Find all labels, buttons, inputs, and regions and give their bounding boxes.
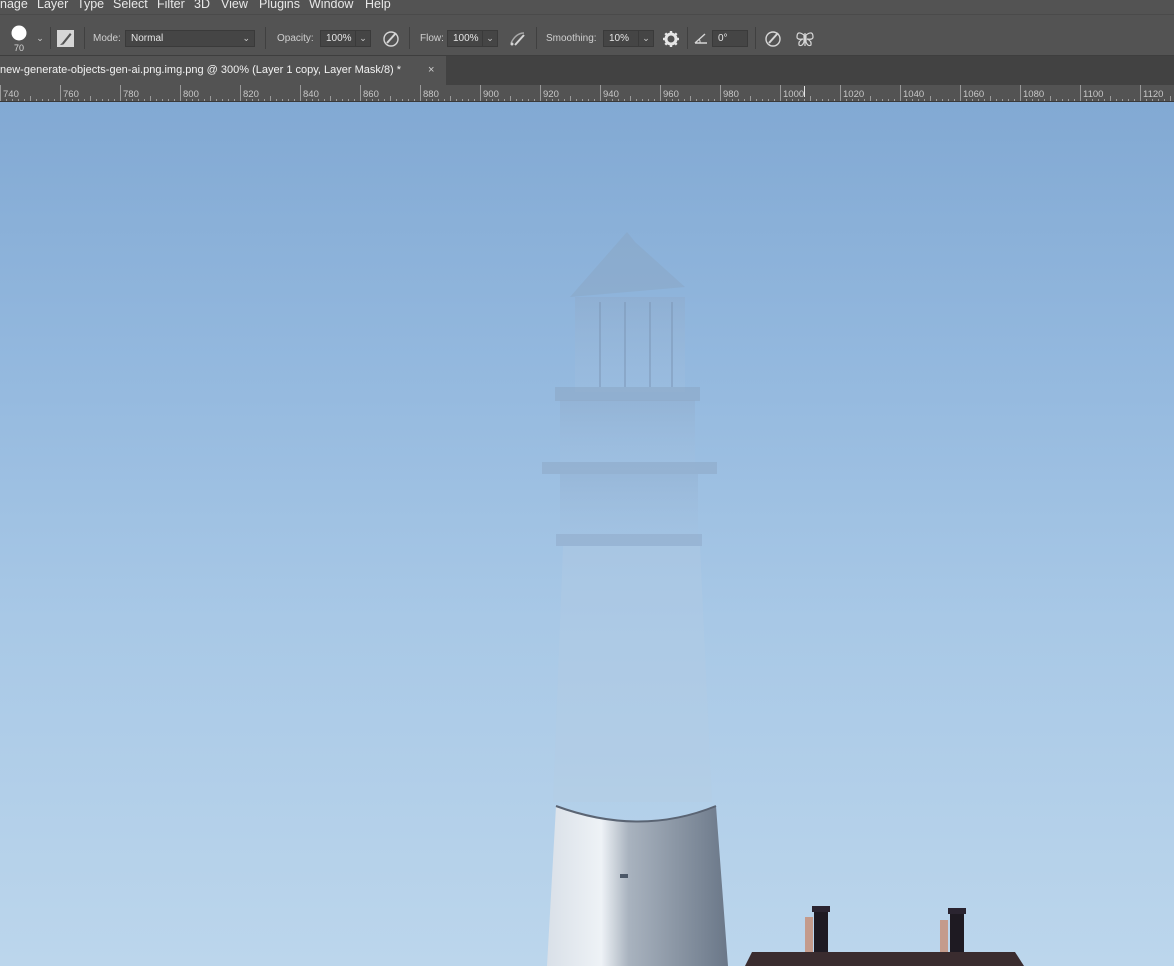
menu-window[interactable]: Window [309, 0, 353, 11]
opacity-value: 100% [326, 33, 352, 44]
chevron-down-icon: ⌄ [359, 33, 367, 43]
divider [687, 27, 688, 49]
flow-label: Flow: [420, 33, 444, 44]
opacity-input[interactable]: 100% [320, 30, 356, 47]
ruler-label: 760 [63, 89, 79, 100]
ruler-label: 1060 [963, 89, 984, 100]
document-tab-bar: new-generate-objects-gen-ai.png.img.png … [0, 56, 1174, 85]
mode-value: Normal [131, 33, 164, 44]
ruler-label: 980 [723, 89, 739, 100]
opacity-dropdown[interactable]: ⌄ [355, 30, 371, 47]
divider [755, 27, 756, 49]
divider [536, 27, 537, 49]
mode-select[interactable]: Normal ⌄ [125, 30, 255, 47]
house-roof [745, 906, 1024, 966]
angle-input[interactable]: 0° [712, 30, 748, 47]
document-tab[interactable]: new-generate-objects-gen-ai.png.img.png … [0, 56, 446, 85]
ruler-label: 860 [363, 89, 379, 100]
ruler-label: 900 [483, 89, 499, 100]
menu-filter[interactable]: Filter [157, 0, 185, 11]
menu-help[interactable]: Help [365, 0, 391, 11]
menu-image[interactable]: nage [0, 0, 28, 11]
smoothing-input[interactable]: 10% [603, 30, 639, 47]
ruler-label: 960 [663, 89, 679, 100]
canvas-image [542, 232, 1024, 966]
ruler-label: 780 [123, 89, 139, 100]
lighthouse-tower [547, 805, 728, 966]
menu-3d[interactable]: 3D [194, 0, 210, 11]
flow-input[interactable]: 100% [447, 30, 483, 47]
tool-options-bar: 70 ⌄ Mode: Normal ⌄ Opacity: 100% ⌄ Flow… [0, 14, 1174, 56]
chevron-down-icon: ⌄ [486, 33, 494, 43]
document-tab-title: new-generate-objects-gen-ai.png.img.png … [0, 64, 402, 76]
menu-layer[interactable]: Layer [37, 0, 68, 11]
ruler-label: 800 [183, 89, 199, 100]
ruler-label: 920 [543, 89, 559, 100]
ruler-label: 1080 [1023, 89, 1044, 100]
ghost-lighthouse [542, 232, 717, 802]
brush-preset-picker[interactable]: 70 [6, 23, 34, 53]
ruler-label: 1040 [903, 89, 924, 100]
close-icon[interactable]: × [428, 56, 434, 84]
smoothing-dropdown[interactable]: ⌄ [638, 30, 654, 47]
ruler-label: 740 [3, 89, 19, 100]
pressure-opacity-icon[interactable] [381, 29, 401, 49]
gear-icon[interactable] [661, 29, 681, 49]
menu-plugins[interactable]: Plugins [259, 0, 300, 11]
divider [409, 27, 410, 49]
pressure-size-icon[interactable] [763, 29, 783, 49]
menu-select[interactable]: Select [113, 0, 148, 11]
menu-view[interactable]: View [221, 0, 248, 11]
brush-settings-panel-icon[interactable] [56, 29, 76, 49]
butterfly-symmetry-icon[interactable] [795, 29, 815, 49]
smoothing-value: 10% [609, 33, 630, 44]
divider [265, 27, 266, 49]
horizontal-ruler[interactable]: 740 760 780 800 820 840 860 880 900 920 940 960 980 1… [0, 85, 1174, 102]
ruler-label: 1000 [783, 89, 804, 100]
ruler-label: 840 [303, 89, 319, 100]
brush-size-label: 70 [14, 43, 25, 53]
divider [84, 27, 85, 49]
flow-value: 100% [453, 33, 479, 44]
ruler-ticks: 740 760 780 800 820 840 860 880 900 920 940 960 980 1… [0, 85, 1171, 101]
document-canvas[interactable] [0, 102, 1174, 966]
opacity-label: Opacity: [277, 33, 314, 44]
chevron-down-icon: ⌄ [642, 33, 650, 43]
smoothing-label: Smoothing: [546, 33, 597, 44]
ruler-label: 820 [243, 89, 259, 100]
angle-value: 0° [718, 33, 728, 44]
chevron-down-icon: ⌄ [242, 33, 250, 43]
divider [50, 27, 51, 49]
menu-type[interactable]: Type [77, 0, 104, 11]
ruler-label: 880 [423, 89, 439, 100]
angle-icon [694, 33, 707, 44]
flow-dropdown[interactable]: ⌄ [482, 30, 498, 47]
menu-bar: nage Layer Type Select Filter 3D View Pl… [0, 0, 1174, 14]
ruler-label: 1100 [1083, 89, 1103, 100]
ruler-label: 1120 [1143, 89, 1163, 100]
airbrush-icon[interactable] [508, 29, 528, 49]
ruler-label: 940 [603, 89, 619, 100]
chevron-down-icon[interactable]: ⌄ [34, 31, 46, 45]
mode-label: Mode: [93, 33, 121, 44]
ruler-label: 1020 [843, 89, 864, 100]
